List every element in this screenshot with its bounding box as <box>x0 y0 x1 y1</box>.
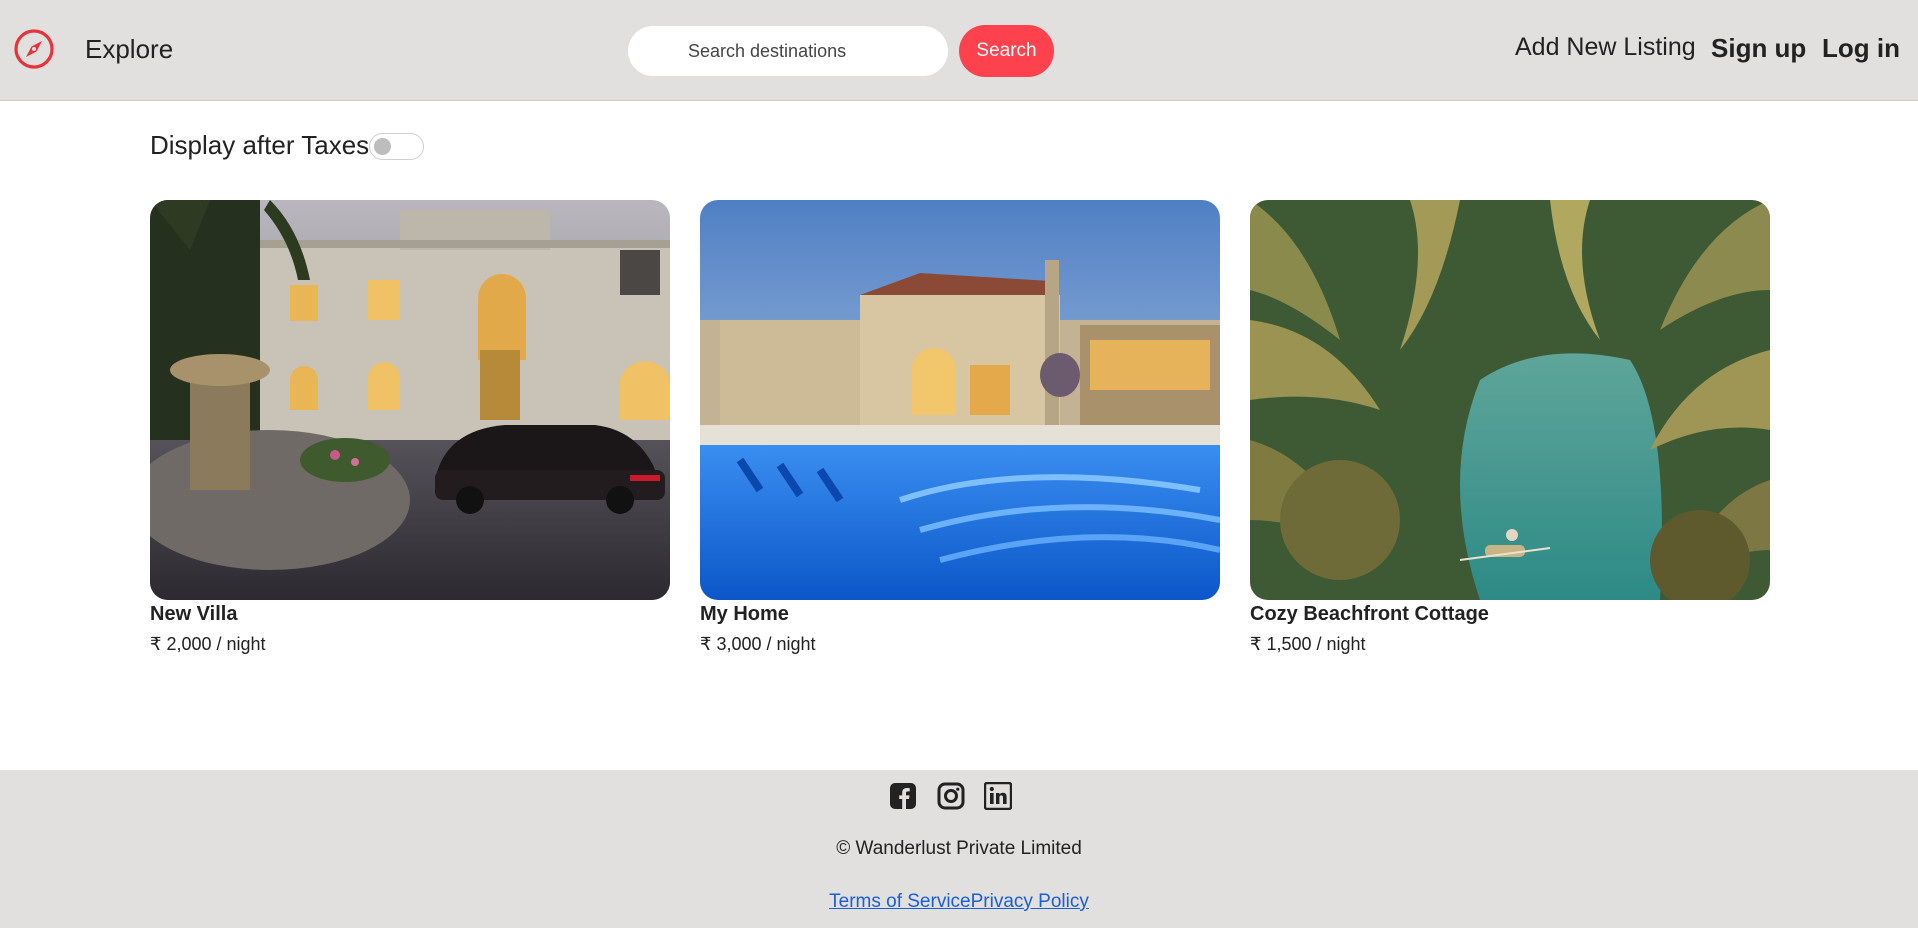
listing-title: Cozy Beachfront Cottage <box>1250 603 1489 625</box>
footer: © Wanderlust Private Limited Terms of Se… <box>0 770 1918 928</box>
nav-explore-link[interactable]: Explore <box>85 34 173 65</box>
villa-photo[interactable] <box>150 200 670 600</box>
search-input[interactable] <box>628 26 948 76</box>
listing-title: My Home <box>700 603 789 625</box>
login-link[interactable]: Log in <box>1822 33 1900 64</box>
social-links <box>889 782 1019 814</box>
listing-price: ₹ 1,500 / night <box>1250 634 1366 654</box>
listing-price: ₹ 2,000 / night <box>150 634 266 654</box>
footer-links: Terms of ServicePrivacy Policy <box>0 891 1918 913</box>
toggle-knob <box>374 138 391 155</box>
listing-card[interactable]: Cozy Beachfront Cottage ₹ 1,500 / night <box>1250 200 1770 654</box>
tax-toggle-label: Display after Taxes <box>150 130 370 160</box>
signup-link[interactable]: Sign up <box>1711 33 1806 64</box>
instagram-icon[interactable] <box>937 782 965 810</box>
listing-price: ₹ 3,000 / night <box>700 634 816 654</box>
compass-icon[interactable] <box>13 28 55 70</box>
navbar: Explore Search Add New Listing Sign up L… <box>0 0 1918 101</box>
pool-house-photo[interactable] <box>700 200 1220 600</box>
terms-link[interactable]: Terms of Service <box>829 891 970 912</box>
listing-card[interactable]: My Home ₹ 3,000 / night <box>700 200 1220 654</box>
facebook-icon[interactable] <box>889 782 917 810</box>
privacy-link[interactable]: Privacy Policy <box>971 891 1089 912</box>
tax-toggle-switch[interactable] <box>369 133 424 160</box>
listing-title: New Villa <box>150 603 238 625</box>
linkedin-icon[interactable] <box>984 782 1012 810</box>
copyright-text: © Wanderlust Private Limited <box>836 838 1082 859</box>
listing-card[interactable]: New Villa ₹ 2,000 / night <box>150 200 670 654</box>
palm-river-photo[interactable] <box>1250 200 1770 600</box>
add-listing-link[interactable]: Add New Listing <box>1515 33 1696 62</box>
search-button[interactable]: Search <box>959 25 1054 77</box>
